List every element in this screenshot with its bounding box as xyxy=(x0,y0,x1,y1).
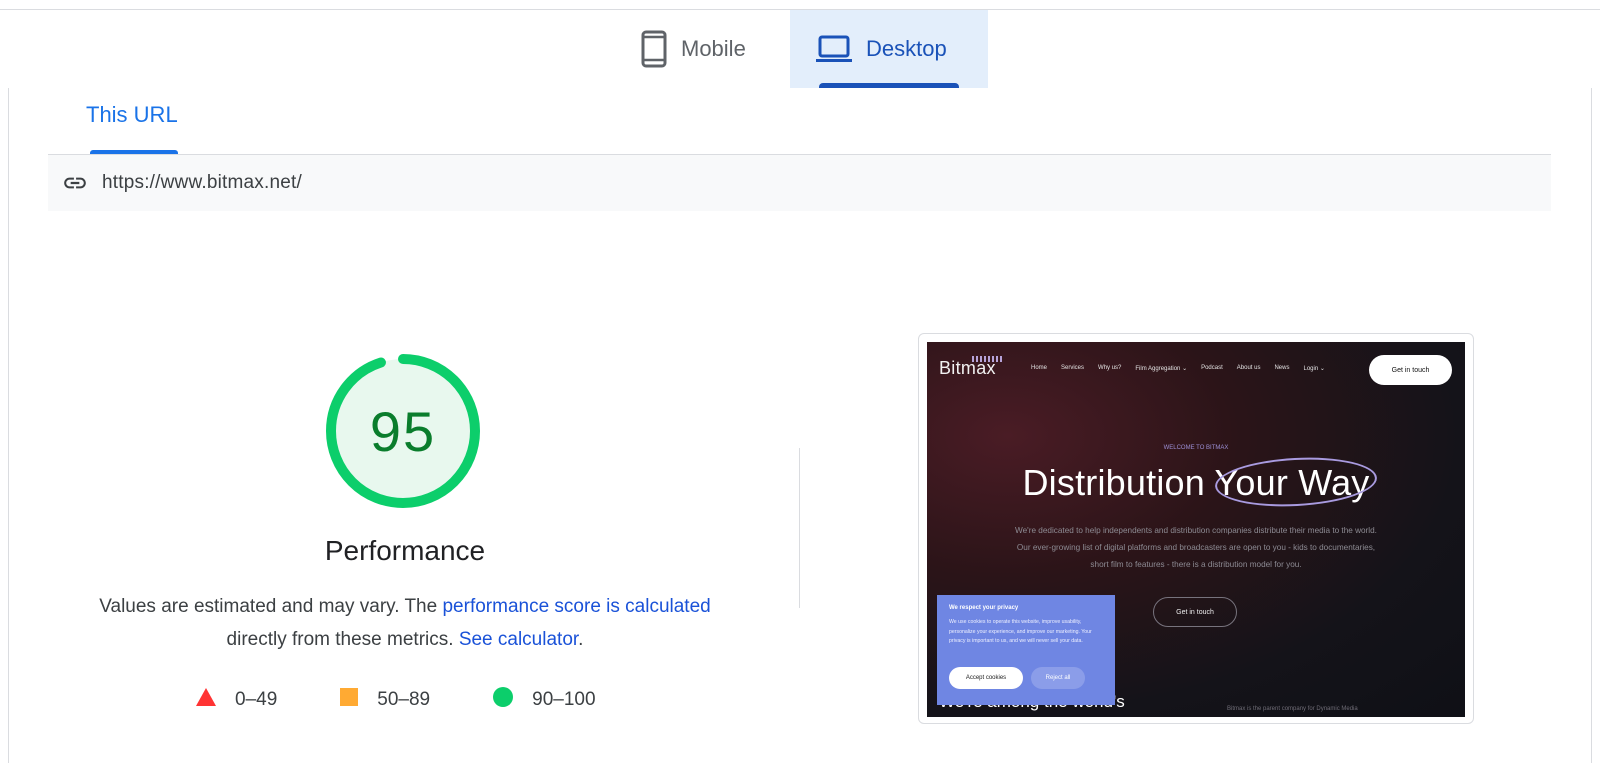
site-bottom-small: Bitmax is the parent company for Dynamic… xyxy=(1227,706,1358,712)
cookie-buttons: Accept cookies Reject all xyxy=(949,667,1085,689)
score-legend: 0–49 50–89 90–100 xyxy=(195,686,596,714)
legend-item-fail: 0–49 xyxy=(195,687,277,713)
laptop-icon xyxy=(816,35,852,63)
vertical-divider xyxy=(799,448,800,608)
site-nav-item: Why us? xyxy=(1098,365,1122,371)
site-nav: Home Services Why us? Film Aggregation ⌄… xyxy=(1031,365,1325,372)
site-eyebrow: WELCOME TO BITMAX xyxy=(1163,445,1229,451)
site-subtext-line: short film to features - there is a dist… xyxy=(1090,560,1302,569)
legend-range-fail: 0–49 xyxy=(235,689,278,710)
description-period: . xyxy=(578,629,584,650)
cookie-body: We use cookies to operate this website, … xyxy=(949,619,1092,644)
orange-square-icon xyxy=(339,687,359,713)
site-nav-item: Login ⌄ xyxy=(1303,366,1325,372)
site-nav-item: Podcast xyxy=(1201,365,1223,371)
link-icon xyxy=(62,170,88,196)
score-description: Values are estimated and may vary. The p… xyxy=(60,590,750,656)
url-tabs: This URL xyxy=(48,88,1551,155)
legend-item-pass: 90–100 xyxy=(492,686,596,714)
performance-gauge: 95 xyxy=(322,350,484,512)
url-bar: https://www.bitmax.net/ xyxy=(48,155,1551,211)
page-screenshot: Bitmax Home Services Why us? Film Aggreg… xyxy=(927,342,1465,717)
tab-desktop-label: Desktop xyxy=(866,36,947,61)
site-nav-item: Film Aggregation ⌄ xyxy=(1135,366,1188,372)
performance-title: Performance xyxy=(324,535,486,566)
tab-mobile[interactable]: Mobile xyxy=(615,10,785,88)
cookie-title: We respect your privacy xyxy=(949,605,1019,611)
tab-this-url[interactable]: This URL xyxy=(86,102,178,128)
site-nav-item: Home xyxy=(1031,365,1048,371)
red-triangle-icon xyxy=(195,687,217,713)
smartphone-icon xyxy=(641,30,667,68)
site-subtext-line: We're dedicated to help independents and… xyxy=(1015,526,1377,535)
cookie-accept: Accept cookies xyxy=(949,667,1023,689)
site-cookie-banner: We respect your privacy We use cookies t… xyxy=(937,595,1115,705)
device-tabs: Mobile Desktop xyxy=(0,10,1600,88)
site-headline: Distribution Your Way xyxy=(1022,462,1370,503)
legend-range-average: 50–89 xyxy=(377,689,431,710)
site-subtext: We're dedicated to help independents and… xyxy=(987,522,1405,573)
site-nav-item: About us xyxy=(1236,365,1261,371)
site-subtext-line: Our ever-growing list of digital platfor… xyxy=(1016,543,1376,552)
performance-score: 95 xyxy=(369,399,437,463)
site-cta-top: Get in touch xyxy=(1369,355,1452,385)
legend-item-average: 50–89 xyxy=(339,687,430,713)
url-text: https://www.bitmax.net/ xyxy=(102,172,302,193)
tab-mobile-label: Mobile xyxy=(681,36,746,61)
site-nav-item: Services xyxy=(1061,365,1085,371)
see-calculator-link[interactable]: See calculator xyxy=(459,629,578,650)
site-cta-mid: Get in touch xyxy=(1153,597,1237,627)
logo-mark xyxy=(972,356,1002,362)
green-circle-icon xyxy=(492,686,514,714)
tab-desktop[interactable]: Desktop xyxy=(790,10,988,88)
final-screenshot-preview[interactable]: Bitmax Home Services Why us? Film Aggreg… xyxy=(918,333,1474,724)
cookie-reject: Reject all xyxy=(1031,667,1085,689)
legend-range-pass: 90–100 xyxy=(532,689,596,710)
site-nav-item: News xyxy=(1274,365,1290,371)
performance-score-link[interactable]: performance score is calculated xyxy=(442,596,710,617)
tab-this-url-indicator xyxy=(90,150,178,154)
pagespeed-report: Mobile Desktop This URL https://www.bitm… xyxy=(0,0,1600,763)
description-text-2: directly from these metrics. xyxy=(226,629,454,650)
description-text: Values are estimated and may vary. The xyxy=(99,596,438,617)
